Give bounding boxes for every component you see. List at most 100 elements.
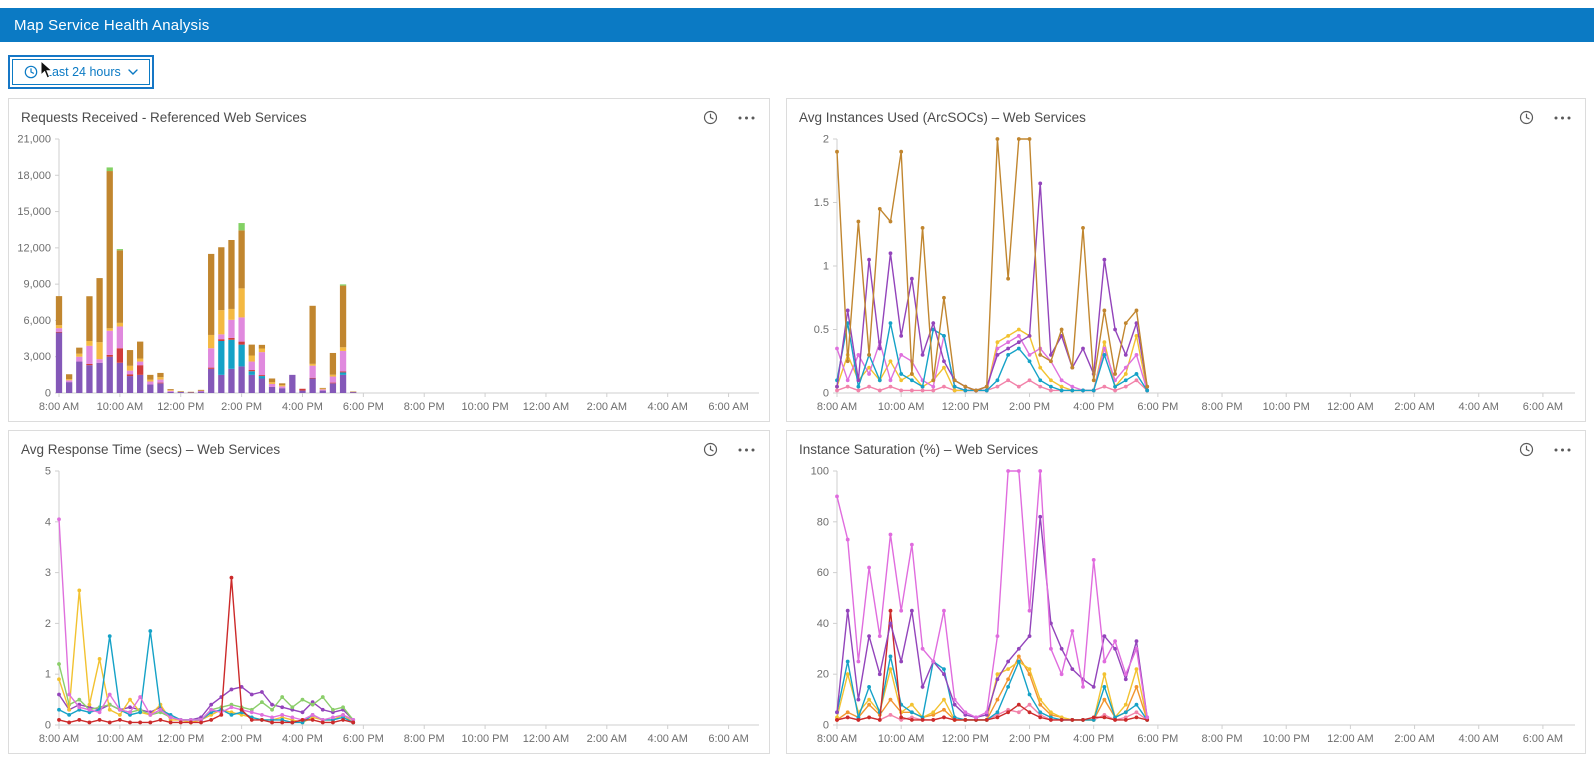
avg-instances-chart[interactable]: 0 0.5 1 1.5 2 8:00 AM 10:00 AM 12:00 PM 2:00 PM 4… <box>787 127 1585 421</box>
browser-tab-indicator <box>158 8 230 12</box>
svg-text:6:00 PM: 6:00 PM <box>343 733 384 745</box>
svg-text:2: 2 <box>823 134 829 146</box>
svg-text:4:00 PM: 4:00 PM <box>282 401 323 413</box>
panel-time-button[interactable] <box>1517 440 1536 459</box>
panel-header: Requests Received - Referenced Web Servi… <box>9 99 769 127</box>
svg-text:0: 0 <box>45 388 51 400</box>
panel-avg-response-time: Avg Response Time (secs) – Web Services … <box>8 430 770 754</box>
svg-text:12:00 PM: 12:00 PM <box>157 401 204 413</box>
svg-text:60: 60 <box>817 567 829 579</box>
instance-saturation-chart[interactable]: 0 20 40 60 80 100 8:00 AM 10:00 AM 12:00 PM 2:00 … <box>787 459 1585 753</box>
clock-icon <box>24 65 38 79</box>
page-title: Map Service Health Analysis <box>14 16 210 34</box>
svg-text:6:00 AM: 6:00 AM <box>1523 733 1563 745</box>
svg-text:3,000: 3,000 <box>23 351 51 363</box>
svg-text:1: 1 <box>45 669 51 681</box>
svg-text:0.5: 0.5 <box>814 324 829 336</box>
panel-menu-button[interactable] <box>736 114 757 122</box>
svg-text:2: 2 <box>45 618 51 630</box>
app-header: Map Service Health Analysis <box>0 8 1594 42</box>
svg-text:6:00 PM: 6:00 PM <box>1137 733 1178 745</box>
svg-text:4:00 AM: 4:00 AM <box>648 733 688 745</box>
svg-text:0: 0 <box>823 388 829 400</box>
svg-text:21,000: 21,000 <box>17 134 51 146</box>
svg-text:10:00 PM: 10:00 PM <box>1263 733 1310 745</box>
svg-text:8:00 PM: 8:00 PM <box>404 733 445 745</box>
svg-text:10:00 AM: 10:00 AM <box>878 733 924 745</box>
svg-text:40: 40 <box>817 618 829 630</box>
svg-text:8:00 AM: 8:00 AM <box>39 401 79 413</box>
svg-text:10:00 AM: 10:00 AM <box>97 733 143 745</box>
svg-text:4:00 AM: 4:00 AM <box>648 401 688 413</box>
svg-text:12:00 AM: 12:00 AM <box>523 401 569 413</box>
chevron-down-icon <box>128 69 138 75</box>
svg-text:2:00 AM: 2:00 AM <box>587 401 627 413</box>
svg-text:2:00 PM: 2:00 PM <box>1009 401 1050 413</box>
svg-text:2:00 AM: 2:00 AM <box>587 733 627 745</box>
svg-text:12:00 AM: 12:00 AM <box>1327 733 1373 745</box>
svg-text:0: 0 <box>823 720 829 732</box>
time-filter-label: Last 24 hours <box>45 65 121 79</box>
panel-menu-button[interactable] <box>1552 446 1573 454</box>
svg-text:1: 1 <box>823 261 829 273</box>
panel-header: Avg Instances Used (ArcSOCs) – Web Servi… <box>787 99 1585 127</box>
svg-text:80: 80 <box>817 516 829 528</box>
svg-text:2:00 AM: 2:00 AM <box>1394 401 1434 413</box>
panel-header: Avg Response Time (secs) – Web Services <box>9 431 769 459</box>
panel-time-button[interactable] <box>1517 108 1536 127</box>
svg-text:8:00 PM: 8:00 PM <box>1202 401 1243 413</box>
toolbar: Last 24 hours <box>0 42 1594 98</box>
svg-text:4:00 PM: 4:00 PM <box>1073 401 1114 413</box>
requests-received-chart[interactable]: 0 3,000 6,000 9,000 12,000 15,000 18,000 21,000… <box>9 127 769 421</box>
svg-text:12,000: 12,000 <box>17 242 51 254</box>
svg-text:3: 3 <box>45 567 51 579</box>
svg-text:8:00 PM: 8:00 PM <box>404 401 445 413</box>
panel-avg-instances: Avg Instances Used (ArcSOCs) – Web Servi… <box>786 98 1586 422</box>
panel-requests-received: Requests Received - Referenced Web Servi… <box>8 98 770 422</box>
svg-text:20: 20 <box>817 669 829 681</box>
panel-title: Avg Response Time (secs) – Web Services <box>21 442 281 457</box>
svg-text:12:00 PM: 12:00 PM <box>942 733 989 745</box>
svg-text:10:00 PM: 10:00 PM <box>1263 401 1310 413</box>
svg-text:6:00 PM: 6:00 PM <box>343 401 384 413</box>
svg-text:12:00 AM: 12:00 AM <box>1327 401 1373 413</box>
panel-header: Instance Saturation (%) – Web Services <box>787 431 1585 459</box>
svg-text:5: 5 <box>45 466 51 478</box>
time-filter-focus-ring: Last 24 hours <box>8 55 154 89</box>
panel-time-button[interactable] <box>701 440 720 459</box>
svg-text:6:00 AM: 6:00 AM <box>708 733 748 745</box>
svg-text:4:00 PM: 4:00 PM <box>1073 733 1114 745</box>
svg-text:6:00 AM: 6:00 AM <box>708 401 748 413</box>
svg-text:12:00 PM: 12:00 PM <box>157 733 204 745</box>
svg-text:2:00 AM: 2:00 AM <box>1394 733 1434 745</box>
svg-text:8:00 AM: 8:00 AM <box>817 733 857 745</box>
avg-response-time-chart[interactable]: 0 1 2 3 4 5 8:00 AM 10:00 AM 12:00 PM 2:00 PM 4:00… <box>9 459 769 753</box>
panel-title: Avg Instances Used (ArcSOCs) – Web Servi… <box>799 110 1086 125</box>
svg-text:4:00 AM: 4:00 AM <box>1459 733 1499 745</box>
svg-text:10:00 PM: 10:00 PM <box>462 401 509 413</box>
svg-text:4: 4 <box>45 516 51 528</box>
svg-text:6,000: 6,000 <box>23 315 51 327</box>
panel-instance-saturation: Instance Saturation (%) – Web Services 0… <box>786 430 1586 754</box>
svg-text:4:00 PM: 4:00 PM <box>282 733 323 745</box>
svg-text:12:00 AM: 12:00 AM <box>523 733 569 745</box>
panel-menu-button[interactable] <box>1552 114 1573 122</box>
svg-text:0: 0 <box>45 720 51 732</box>
panel-time-button[interactable] <box>701 108 720 127</box>
panel-title: Requests Received - Referenced Web Servi… <box>21 110 307 125</box>
time-filter-dropdown[interactable]: Last 24 hours <box>12 59 150 85</box>
dashboard-grid: Requests Received - Referenced Web Servi… <box>0 98 1594 754</box>
svg-text:8:00 PM: 8:00 PM <box>1202 733 1243 745</box>
svg-text:2:00 PM: 2:00 PM <box>221 733 262 745</box>
svg-text:10:00 PM: 10:00 PM <box>462 733 509 745</box>
svg-text:100: 100 <box>811 466 829 478</box>
svg-text:2:00 PM: 2:00 PM <box>221 401 262 413</box>
svg-text:8:00 AM: 8:00 AM <box>817 401 857 413</box>
svg-text:8:00 AM: 8:00 AM <box>39 733 79 745</box>
svg-text:2:00 PM: 2:00 PM <box>1009 733 1050 745</box>
panel-menu-button[interactable] <box>736 446 757 454</box>
svg-text:15,000: 15,000 <box>17 206 51 218</box>
svg-text:10:00 AM: 10:00 AM <box>97 401 143 413</box>
svg-text:4:00 AM: 4:00 AM <box>1459 401 1499 413</box>
panel-title: Instance Saturation (%) – Web Services <box>799 442 1039 457</box>
